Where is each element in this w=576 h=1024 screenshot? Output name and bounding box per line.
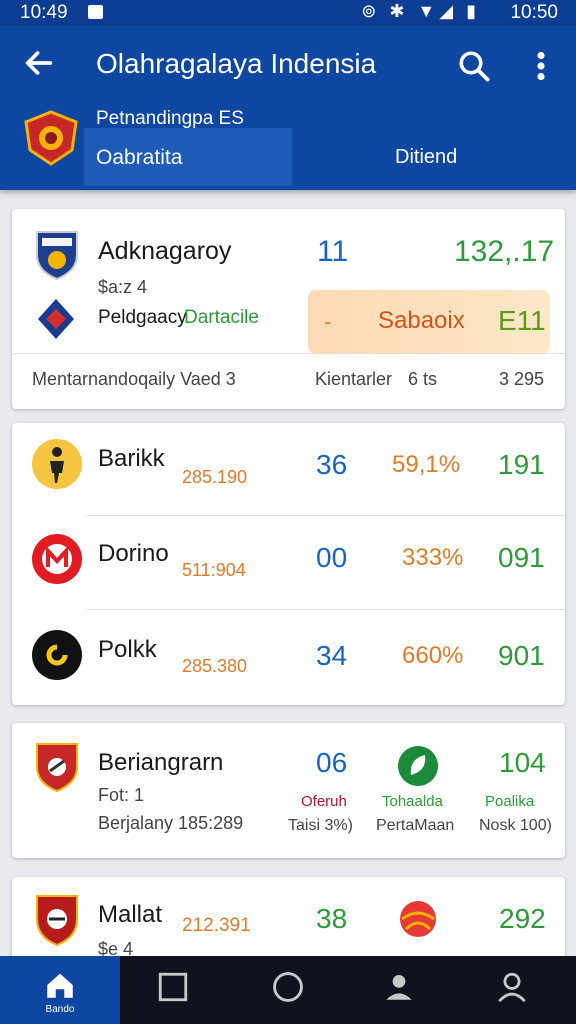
row-name: Barikk [98, 445, 165, 472]
value: 104 [499, 747, 546, 778]
club-crest-icon [36, 895, 78, 947]
list-item[interactable]: Barikk 285.190 36 59,1% 191 [12, 423, 565, 515]
status-icons: ⊚ ✱ ▼◢ ▮ [361, 1, 480, 21]
score-sub: Taisi 3%) [288, 817, 353, 834]
match-card-3[interactable]: Beriangrarn Fot: 1 Berjalany 185:289 06 … [12, 723, 565, 858]
row-value: 091 [498, 542, 545, 573]
footer-mid: Kientarler [315, 369, 393, 389]
badge-text: Sabaoix [378, 307, 465, 334]
row-sub: 285.190 [182, 467, 248, 487]
bottom-navigation: Bando [0, 956, 576, 1024]
brand-logo-icon [32, 534, 82, 584]
score: 38 [316, 903, 348, 934]
footer-mid-num: 6 ts [408, 369, 438, 389]
team-name: Mallat [98, 901, 163, 928]
row-percent: 333% [402, 544, 464, 571]
footer-right: 3 295 [499, 369, 545, 389]
mid-label: Tohaalda [382, 793, 443, 810]
circle-icon[interactable] [271, 970, 305, 1004]
value: 132,.17 [454, 235, 555, 268]
partner-name: Peldgaacy [98, 307, 187, 328]
app-bar: Olahragalaya Indensia Petnandingpa ES Oa… [0, 26, 576, 190]
score-label: Oferuh [301, 793, 347, 810]
club-crest-icon [24, 110, 78, 166]
leaf-logo-icon [398, 746, 438, 786]
profile-icon[interactable] [495, 970, 529, 1004]
club-crest-icon [36, 743, 78, 793]
tab-subtitle: Petnandingpa ES [96, 108, 244, 129]
team-shield-icon [36, 231, 78, 281]
score: 06 [316, 747, 348, 778]
footer-left: Mentarnandoqaily Vaed 3 [32, 369, 236, 389]
home-icon [47, 973, 73, 998]
partner-logo-icon [38, 299, 74, 339]
row-name: Dorino [98, 540, 169, 567]
list-item[interactable]: Dorino 511:904 00 333% 091 [12, 516, 565, 608]
row-score: 36 [316, 449, 348, 480]
row-score: 00 [316, 542, 348, 573]
row-sub: 511:904 [182, 560, 246, 580]
player-avatar-icon [32, 439, 82, 489]
value: 292 [499, 903, 546, 934]
ball-logo-icon [400, 901, 436, 937]
row-value: 901 [498, 640, 545, 671]
value-sub: Nosk 100) [479, 817, 552, 834]
row-percent: 660% [402, 642, 464, 669]
square-icon[interactable] [156, 970, 190, 1004]
page-title: Olahragalaya Indensia [96, 48, 377, 79]
search-icon[interactable] [456, 48, 492, 84]
match-card-4[interactable]: Mallat 212.391 $e 4 38 292 [12, 877, 565, 967]
list-item[interactable]: Polkk 285.380 34 660% 901 [12, 610, 565, 705]
value-label: Poalika [485, 793, 535, 810]
status-time-left: 10:49 [20, 2, 68, 23]
tab-second[interactable]: Ditiend [395, 146, 457, 169]
row-score: 34 [316, 640, 348, 671]
row-name: Polkk [98, 636, 157, 663]
badge-value: E11 [498, 305, 546, 336]
mid-sub: PertaMaan [376, 817, 455, 834]
tab-active[interactable]: Oabratita [96, 146, 182, 170]
team-name: Beriangrarn [98, 749, 224, 776]
nav-home-button[interactable]: Bando [0, 956, 120, 1024]
row-value: 191 [498, 449, 545, 480]
standings-card: Barikk 285.190 36 59,1% 191 Dorino 511:9… [12, 423, 565, 705]
ratio: 212.391 [182, 915, 251, 936]
row-percent: 59,1% [392, 451, 461, 478]
notification-icon [88, 5, 103, 19]
partner-tag: Dartacile [184, 307, 259, 328]
brand-logo-icon [32, 630, 82, 680]
person-icon[interactable] [382, 970, 416, 1004]
row-sub: 285.380 [182, 656, 248, 676]
badge-dash: - [324, 309, 332, 334]
more-vert-icon[interactable] [528, 48, 554, 84]
nav-home-label: Bando [45, 1004, 75, 1015]
score: 11 [317, 235, 349, 268]
back-arrow-icon[interactable] [22, 46, 56, 80]
status-time-right: 10:50 [510, 2, 558, 23]
card-divider [12, 353, 565, 354]
match-card-1[interactable]: Adknagaroy $a:z 4 11 132,.17 Peldgaacy D… [12, 209, 565, 409]
team-detail: Berjalany 185:289 [98, 813, 244, 833]
team-sub: $a:z 4 [98, 277, 148, 297]
team-sub: Fot: 1 [98, 785, 145, 805]
team-name: Adknagaroy [98, 237, 232, 265]
status-bar: 10:49 ⊚ ✱ ▼◢ ▮ 10:50 [0, 0, 576, 26]
